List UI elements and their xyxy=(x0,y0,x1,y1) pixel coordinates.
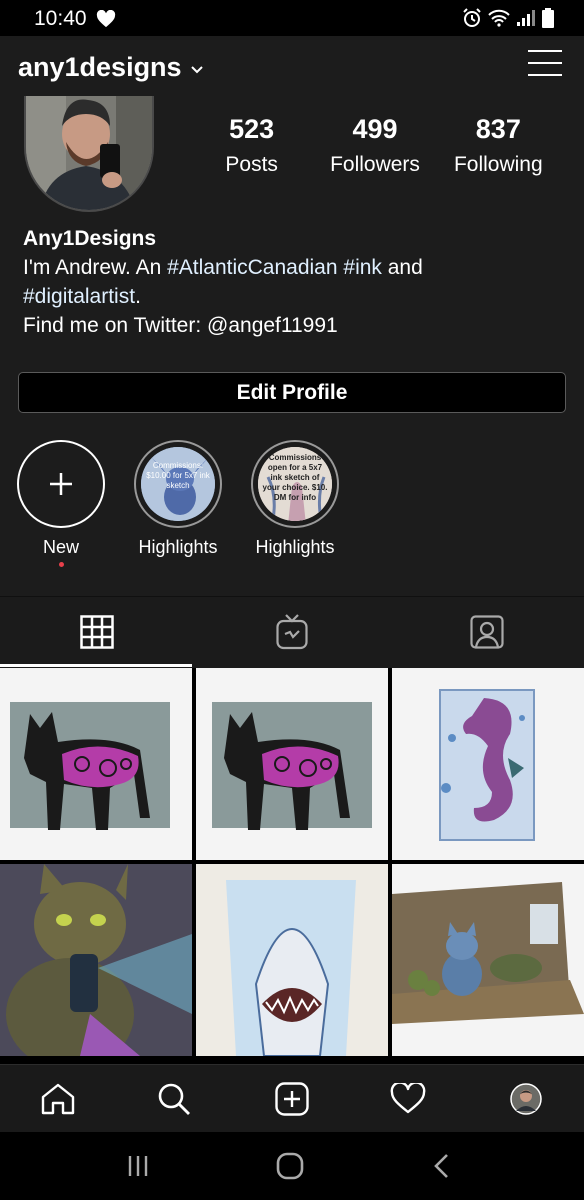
signal-icon xyxy=(517,10,535,26)
post-image xyxy=(392,668,584,860)
system-navigation-bar xyxy=(0,1132,584,1200)
alarm-icon xyxy=(463,8,481,27)
post-thumbnail[interactable] xyxy=(0,668,192,860)
post-thumbnail[interactable] xyxy=(196,668,388,860)
home-circle-icon xyxy=(276,1152,304,1180)
stat-following[interactable]: 837 Following xyxy=(437,114,560,177)
new-indicator-dot xyxy=(58,562,64,567)
account-switcher[interactable]: any1designs xyxy=(18,52,204,83)
plus-icon xyxy=(50,473,72,495)
stat-followers[interactable]: 499 Followers xyxy=(313,114,436,177)
stat-value: 837 xyxy=(475,114,521,144)
nav-profile[interactable] xyxy=(468,1065,584,1133)
tab-grid[interactable] xyxy=(0,597,194,667)
nav-new-post[interactable] xyxy=(234,1065,350,1133)
bio-twitter-line: Find me on Twitter: @angef11991 xyxy=(23,314,338,337)
status-icons xyxy=(462,8,554,28)
highlight-cover-text: Commissions open for a 5x7 ink sketch of… xyxy=(262,453,328,502)
highlight-label: Highlights xyxy=(255,537,335,557)
post-image xyxy=(0,864,192,1056)
highlight-item[interactable]: Commissions: $10.00 for 5x7 ink sketch H… xyxy=(123,440,233,558)
post-image xyxy=(392,864,584,1056)
recent-apps-button[interactable] xyxy=(88,1132,188,1200)
tab-tagged[interactable] xyxy=(390,597,584,667)
nav-activity[interactable] xyxy=(350,1065,466,1133)
profile-tabs xyxy=(0,596,584,668)
stat-label: Posts xyxy=(225,153,278,176)
profile-screen: any1designs 523 Posts 499 Followers 837 … xyxy=(0,36,584,1064)
post-image xyxy=(0,668,192,860)
avatar-photo xyxy=(26,96,152,210)
bio-text: and xyxy=(381,256,423,279)
bio-text: . xyxy=(135,285,141,308)
search-icon xyxy=(158,1083,190,1115)
tab-igtv[interactable] xyxy=(195,597,389,667)
post-thumbnail[interactable] xyxy=(392,668,584,860)
heart-icon xyxy=(390,1083,426,1114)
highlight-cover: Commissions open for a 5x7 ink sketch of… xyxy=(258,447,332,521)
stat-value: 499 xyxy=(352,114,398,144)
bio-line: #digitalartist. xyxy=(23,282,563,311)
stat-value: 523 xyxy=(229,114,275,144)
profile-bio: Any1Designs I'm Andrew. An #AtlanticCana… xyxy=(23,224,563,340)
post-image xyxy=(196,668,388,860)
bottom-navigation xyxy=(0,1064,584,1132)
stat-label: Following xyxy=(453,153,543,176)
chevron-down-icon xyxy=(190,65,203,73)
post-thumbnail[interactable] xyxy=(392,864,584,1056)
post-thumbnail[interactable] xyxy=(0,864,192,1056)
home-icon xyxy=(41,1083,75,1115)
edit-profile-button[interactable]: Edit Profile xyxy=(18,372,566,413)
post-thumbnail[interactable] xyxy=(196,864,388,1056)
back-icon xyxy=(434,1154,448,1178)
hashtag-link[interactable]: #AtlanticCanadian xyxy=(167,256,337,279)
display-name: Any1Designs xyxy=(23,227,157,250)
highlight-ring: Commissions: $10.00 for 5x7 ink sketch xyxy=(134,440,222,528)
back-button[interactable] xyxy=(392,1132,492,1200)
wifi-icon xyxy=(488,9,510,27)
username: any1designs xyxy=(18,52,182,82)
profile-header: any1designs xyxy=(0,36,584,100)
recents-icon xyxy=(128,1156,148,1176)
status-bar: 10:40 xyxy=(0,0,584,36)
nav-home[interactable] xyxy=(0,1065,116,1133)
avatar[interactable] xyxy=(24,96,154,212)
highlight-item[interactable]: Commissions open for a 5x7 ink sketch of… xyxy=(240,440,350,558)
highlight-ring xyxy=(17,440,105,528)
menu-icon[interactable] xyxy=(528,50,562,82)
bio-text: I'm Andrew. An xyxy=(23,256,168,279)
tagged-icon xyxy=(470,615,504,649)
igtv-icon xyxy=(276,614,308,650)
profile-avatar-icon xyxy=(510,1083,542,1115)
nav-search[interactable] xyxy=(116,1065,232,1133)
add-post-icon xyxy=(275,1082,309,1116)
highlight-ring: Commissions open for a 5x7 ink sketch of… xyxy=(251,440,339,528)
stat-label: Followers xyxy=(330,153,420,176)
battery-icon xyxy=(542,8,554,28)
stat-posts[interactable]: 523 Posts xyxy=(190,114,313,177)
home-button[interactable] xyxy=(240,1132,340,1200)
post-grid xyxy=(0,668,584,1064)
hashtag-link[interactable]: #ink xyxy=(343,256,382,279)
heart-notification-icon xyxy=(96,10,116,28)
status-time: 10:40 xyxy=(34,7,87,30)
active-tab-indicator xyxy=(0,664,192,667)
profile-stats: 523 Posts 499 Followers 837 Following xyxy=(190,114,560,177)
highlight-cover: Commissions: $10.00 for 5x7 ink sketch xyxy=(141,447,215,521)
post-image xyxy=(196,864,388,1056)
bio-line: I'm Andrew. An #AtlanticCanadian #ink an… xyxy=(23,253,563,282)
highlight-label: New xyxy=(42,537,79,557)
highlight-new[interactable]: New xyxy=(6,440,116,567)
hashtag-link[interactable]: #digitalartist xyxy=(23,285,135,308)
highlight-cover-text: Commissions: $10.00 for 5x7 ink sketch xyxy=(146,461,210,490)
highlight-label: Highlights xyxy=(138,537,218,557)
grid-icon xyxy=(80,615,114,649)
